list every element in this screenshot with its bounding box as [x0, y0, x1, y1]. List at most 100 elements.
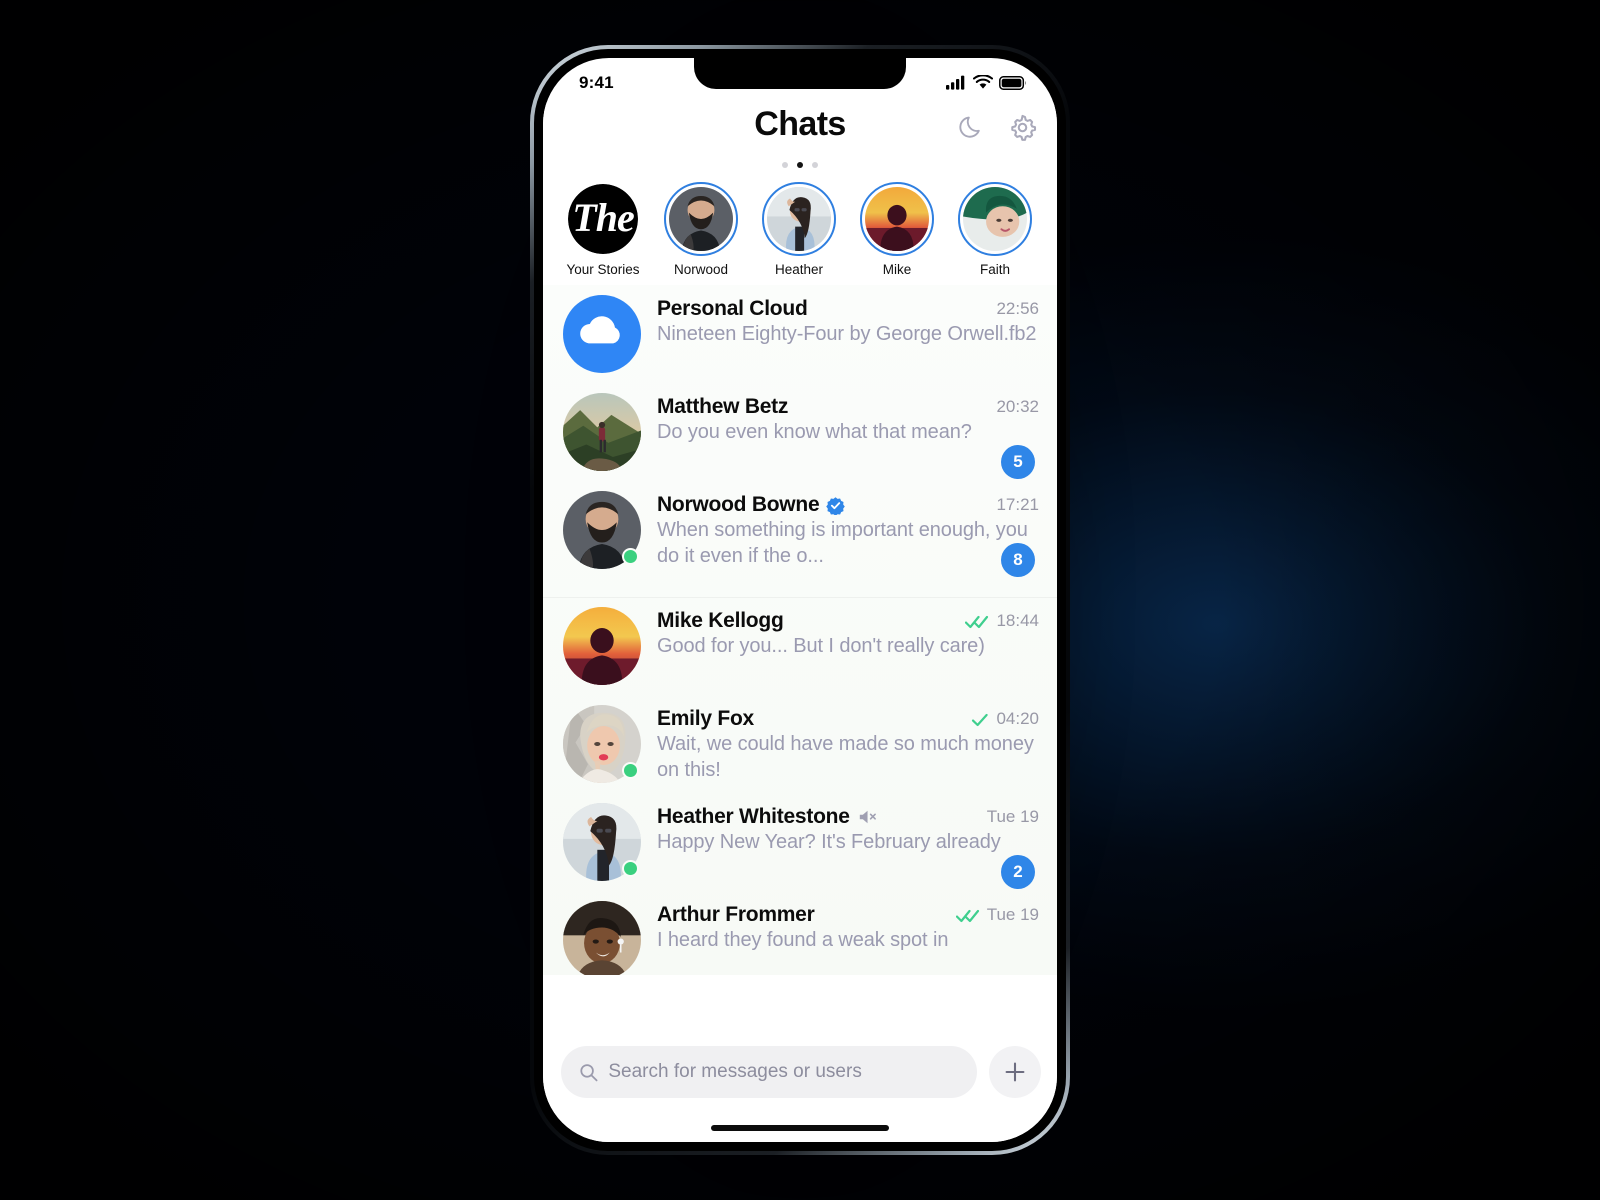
avatar	[865, 187, 929, 251]
muted-icon	[857, 808, 877, 826]
chat-name: Emily Fox	[657, 707, 754, 731]
chat-header-row: Emily Fox 04:20	[657, 707, 1039, 731]
page-dots	[782, 162, 818, 168]
woman-green-hair	[963, 187, 1027, 251]
avatar-wrap	[563, 901, 641, 975]
double-check-icon	[955, 909, 979, 922]
chat-body: Matthew Betz 20:32 Do you even know what…	[657, 393, 1039, 446]
app-header: Chats	[543, 102, 1057, 176]
chat-name: Heather Whitestone	[657, 805, 850, 829]
chat-body: Personal Cloud 22:56 Nineteen Eighty-Fou…	[657, 295, 1039, 348]
search-icon	[580, 1063, 598, 1081]
chat-list-item[interactable]: Norwood Bowne 17:21 When something is im…	[543, 481, 1057, 579]
chat-preview: When something is important enough, you …	[657, 519, 1028, 567]
page-title: Chats	[754, 105, 846, 143]
chat-body: Norwood Bowne 17:21 When something is im…	[657, 491, 1039, 569]
chat-preview: Good for you... But I don't really care)	[657, 635, 985, 658]
chat-name: Mike Kellogg	[657, 609, 784, 633]
avatar	[963, 187, 1027, 251]
chat-list-item[interactable]: Personal Cloud 22:56 Nineteen Eighty-Fou…	[543, 285, 1057, 383]
story-label: Mike	[882, 262, 912, 277]
avatar-wrap	[563, 803, 641, 882]
chat-preview: Wait, we could have made so much money o…	[657, 733, 1034, 781]
chat-body: Mike Kellogg 18:44 Good for you... But I…	[657, 607, 1039, 660]
single-check-icon	[972, 713, 989, 726]
search-bar[interactable]	[561, 1046, 977, 1098]
chat-meta: 18:44	[955, 611, 1039, 631]
hiker-mountain-photo	[563, 393, 641, 471]
chat-time: 17:21	[996, 495, 1039, 514]
chat-list-item[interactable]: Mike Kellogg 18:44 Good for you... But I…	[543, 597, 1057, 695]
chat-list-item[interactable]: Heather Whitestone Tue 19 Happy New Year…	[543, 793, 1057, 891]
story-label: Norwood	[673, 262, 729, 277]
moon-icon	[959, 116, 980, 138]
chat-list-item[interactable]: Matthew Betz 20:32 Do you even know what…	[543, 383, 1057, 481]
story-label: Heather	[774, 262, 824, 277]
chat-preview: Happy New Year? It's February already	[657, 831, 1001, 854]
avatar-wrap	[563, 607, 641, 686]
unread-badge: 2	[1001, 855, 1035, 890]
chat-preview: I heard they found a weak spot in	[657, 929, 949, 952]
chat-time: 20:32	[996, 397, 1039, 416]
avatar-wrap	[563, 491, 641, 569]
unread-badge: 5	[1001, 445, 1035, 479]
story-item-faith[interactable]: Faith	[953, 182, 1037, 277]
chat-meta: 22:56	[986, 299, 1039, 319]
story-item-norwood[interactable]: Norwood	[659, 182, 743, 277]
story-label: Your Stories	[566, 262, 640, 277]
chat-meta: Tue 19	[977, 807, 1039, 827]
home-indicator	[711, 1125, 889, 1131]
man-headphones-photo	[563, 901, 641, 975]
online-status-dot	[622, 548, 639, 565]
the-newspaper-logo: The	[568, 184, 638, 254]
avatar	[563, 607, 641, 686]
double-check-icon	[965, 615, 989, 628]
gear-icon	[1010, 114, 1036, 141]
new-chat-button[interactable]	[989, 1046, 1041, 1098]
unread-badge: 8	[1001, 543, 1035, 577]
avatar: The	[568, 184, 638, 254]
chat-list[interactable]: Personal Cloud 22:56 Nineteen Eighty-Fou…	[543, 285, 1057, 975]
chat-meta: Tue 19	[946, 905, 1039, 925]
chat-header-row: Arthur Frommer Tue 19	[657, 903, 1039, 927]
chat-preview: Do you even know what that mean?	[657, 421, 972, 443]
status-bar: 9:41	[543, 58, 1057, 102]
header-actions	[957, 112, 1037, 142]
story-item-heather[interactable]: Heather	[757, 182, 841, 277]
page-dot-1[interactable]	[782, 162, 788, 168]
story-ring: The	[566, 182, 640, 256]
phone-bezel: 9:41 Chats The Your Stories Norwood Heat…	[534, 49, 1066, 1151]
chat-name: Matthew Betz	[657, 395, 789, 418]
chat-header-row: Heather Whitestone Tue 19	[657, 805, 1039, 829]
chat-meta: 17:21	[986, 495, 1039, 515]
story-item-mike[interactable]: Mike	[855, 182, 939, 277]
search-input[interactable]	[608, 1061, 959, 1083]
night-mode-button[interactable]	[957, 112, 987, 142]
chat-preview: Nineteen Eighty-Four by George Orwell.fb…	[657, 323, 1037, 345]
avatar-wrap	[563, 705, 641, 784]
stories-strip[interactable]: The Your Stories Norwood Heather Mike Fa…	[543, 176, 1057, 285]
chat-time: Tue 19	[986, 807, 1039, 827]
status-time: 9:41	[579, 72, 614, 92]
chat-list-item[interactable]: Arthur Frommer Tue 19 I heard they found…	[543, 891, 1057, 975]
verified-badge-icon	[826, 496, 846, 515]
story-ring	[860, 182, 934, 256]
cellular-signal-icon	[946, 75, 965, 90]
page-dot-2[interactable]	[797, 162, 803, 168]
man-sunset-silhouette	[563, 607, 641, 686]
avatar	[563, 295, 641, 373]
chat-body: Emily Fox 04:20 Wait, we could have made…	[657, 705, 1039, 783]
phone-device: 9:41 Chats The Your Stories Norwood Heat…	[490, 15, 1110, 1175]
avatar	[563, 901, 641, 975]
chat-header-row: Personal Cloud 22:56	[657, 297, 1039, 321]
wifi-icon	[973, 75, 993, 89]
chat-list-item[interactable]: Emily Fox 04:20 Wait, we could have made…	[543, 695, 1057, 793]
chat-meta: 20:32	[986, 397, 1039, 417]
story-item-your-stories[interactable]: The Your Stories	[561, 182, 645, 277]
settings-button[interactable]	[1007, 112, 1037, 142]
avatar	[767, 187, 831, 251]
page-dot-3[interactable]	[812, 162, 818, 168]
chat-name: Norwood Bowne	[657, 493, 820, 516]
chat-name: Arthur Frommer	[657, 903, 815, 927]
bearded-man-portrait	[669, 187, 733, 251]
